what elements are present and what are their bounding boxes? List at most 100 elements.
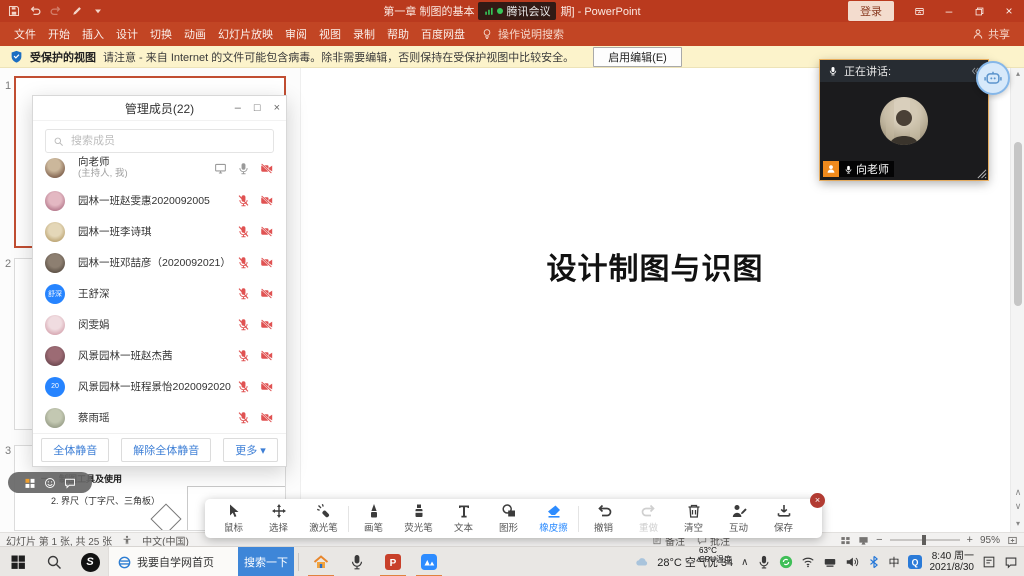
tool-savearrow[interactable]: 保存 [761, 503, 806, 534]
camera-off-icon[interactable] [260, 162, 273, 175]
tool-shapes[interactable]: 图形 [486, 503, 531, 534]
camera-off-icon[interactable] [260, 287, 273, 300]
mute-all-button[interactable]: 全体静音 [41, 438, 110, 462]
more-button[interactable]: 更多 ▾ [223, 438, 278, 462]
minimize-button[interactable]: – [934, 0, 964, 22]
ribbon-tab-9[interactable]: 录制 [347, 22, 381, 46]
notes-tray-icon[interactable] [982, 555, 996, 569]
panel-minimize-icon[interactable]: – [235, 102, 241, 114]
ribbon-tab-5[interactable]: 动画 [178, 22, 212, 46]
camera-off-icon[interactable] [260, 225, 273, 238]
q-app-icon[interactable]: Q [907, 555, 922, 569]
zoom-out-icon[interactable]: − [876, 534, 882, 546]
mic-off-icon[interactable] [237, 411, 250, 424]
restore-button[interactable] [964, 0, 994, 22]
member-row[interactable]: 向老师 (主持人, 我) [33, 151, 286, 185]
action-center-icon[interactable] [1004, 555, 1018, 569]
taskbar-app-meeting[interactable] [411, 547, 447, 576]
previous-slide-icon[interactable]: ∧ [1011, 487, 1024, 498]
meeting-video-overlay[interactable]: 正在讲话: 向老师 [819, 59, 989, 181]
panel-maximize-icon[interactable]: □ [254, 102, 261, 114]
hidden-icons-chevron[interactable]: ∧ [741, 557, 748, 568]
projector-icon[interactable] [823, 555, 837, 569]
meeting-assistant-button[interactable] [976, 61, 1010, 95]
tool-highlighter[interactable]: 荧光笔 [396, 503, 441, 534]
tool-text[interactable]: 文本 [441, 503, 486, 534]
mic-off-icon[interactable] [237, 380, 250, 393]
camera-off-icon[interactable] [260, 349, 273, 362]
mic-icon[interactable] [237, 162, 250, 175]
ie-search-widget[interactable]: 我要自学网首页 搜索一下 [108, 547, 294, 576]
camera-off-icon[interactable] [260, 318, 273, 331]
fit-slide-icon[interactable] [1007, 535, 1018, 546]
ribbon-tab-4[interactable]: 切换 [144, 22, 178, 46]
member-row[interactable]: 蔡雨瑶 [33, 402, 286, 433]
zoom-in-icon[interactable]: + [967, 534, 973, 546]
enable-editing-button[interactable]: 启用编辑(E) [593, 46, 682, 67]
camera-off-icon[interactable] [260, 256, 273, 269]
tool-laser[interactable]: 激光笔 [301, 503, 346, 534]
ribbon-tab-6[interactable]: 幻灯片放映 [212, 22, 279, 46]
ie-search-button[interactable]: 搜索一下 [238, 547, 294, 576]
toolbar-close-icon[interactable]: × [810, 493, 825, 508]
zoom-slider[interactable] [889, 535, 960, 545]
member-row[interactable]: 园林一班赵雯惠2020092005 [33, 185, 286, 216]
wifi-icon[interactable] [801, 555, 815, 569]
ime-indicator[interactable]: 中 [889, 554, 900, 570]
layout-grid-icon[interactable] [24, 477, 36, 489]
member-row[interactable]: 20 风景园林一班程景怡2020092020 [33, 371, 286, 402]
screenshare-icon[interactable] [214, 162, 227, 175]
camera-off-icon[interactable] [260, 380, 273, 393]
camera-off-icon[interactable] [260, 411, 273, 424]
tool-redo[interactable]: 重做 [626, 503, 671, 534]
tray-mic-icon[interactable] [757, 555, 771, 569]
mic-off-icon[interactable] [237, 194, 250, 207]
tool-trash[interactable]: 清空 [671, 503, 716, 534]
bluetooth-icon[interactable] [867, 555, 881, 569]
camera-off-icon[interactable] [260, 194, 273, 207]
taskbar-app-powerpoint[interactable]: P [375, 547, 411, 576]
member-panel-header[interactable]: 管理成员(22) – □ × [33, 96, 286, 121]
clock[interactable]: 8:40 周一 2021/8/30 [930, 551, 975, 573]
accessibility-icon[interactable] [122, 535, 132, 545]
resize-grip-icon[interactable] [976, 168, 987, 179]
zoom-slider-thumb[interactable] [921, 535, 926, 545]
meeting-reaction-bar[interactable] [8, 472, 92, 493]
ribbon-tab-3[interactable]: 设计 [110, 22, 144, 46]
qat-caret-icon[interactable] [92, 5, 104, 17]
undo-icon[interactable] [29, 5, 41, 17]
login-button[interactable]: 登录 [848, 1, 894, 21]
ribbon-options-button[interactable] [904, 0, 934, 22]
member-search-input[interactable] [69, 134, 266, 148]
tool-pen[interactable]: 画笔 [351, 503, 396, 534]
member-row[interactable]: 舒深 王舒深 [33, 278, 286, 309]
vertical-scrollbar[interactable]: ▴ ∧ ∨ ▾ [1010, 68, 1024, 532]
taskbar-app-s[interactable]: S [72, 547, 108, 576]
taskbar-search-button[interactable] [36, 547, 72, 576]
member-search-box[interactable] [45, 129, 274, 153]
member-row[interactable]: 园林一班邓喆彦（2020092021） [33, 247, 286, 278]
meeting-floating-badge[interactable]: 腾讯会议 [478, 2, 557, 20]
slide-sorter-view-icon[interactable] [840, 535, 851, 546]
mic-off-icon[interactable] [237, 256, 250, 269]
smiley-icon[interactable] [44, 477, 56, 489]
close-button[interactable]: × [994, 0, 1024, 22]
ribbon-tab-1[interactable]: 开始 [42, 22, 76, 46]
mic-off-icon[interactable] [237, 225, 250, 238]
ribbon-tab-0[interactable]: 文件 [8, 22, 42, 46]
zoom-level[interactable]: 95% [980, 535, 1000, 546]
redo-icon[interactable] [50, 5, 62, 17]
share-button[interactable]: 共享 [972, 26, 1024, 42]
scroll-down-icon[interactable]: ▾ [1011, 519, 1024, 528]
taskbar-app-recorder[interactable] [339, 547, 375, 576]
unmute-all-button[interactable]: 解除全体静音 [121, 438, 212, 462]
scrollbar-thumb[interactable] [1014, 142, 1022, 306]
ribbon-tab-8[interactable]: 视图 [313, 22, 347, 46]
taskbar-app-home[interactable] [303, 547, 339, 576]
slideshow-view-icon[interactable] [858, 535, 869, 546]
tool-interact[interactable]: 互动 [716, 503, 761, 534]
speaker-icon[interactable] [845, 555, 859, 569]
pen-mode-icon[interactable] [71, 5, 83, 17]
scroll-up-icon[interactable]: ▴ [1011, 69, 1024, 78]
mic-off-icon[interactable] [237, 318, 250, 331]
